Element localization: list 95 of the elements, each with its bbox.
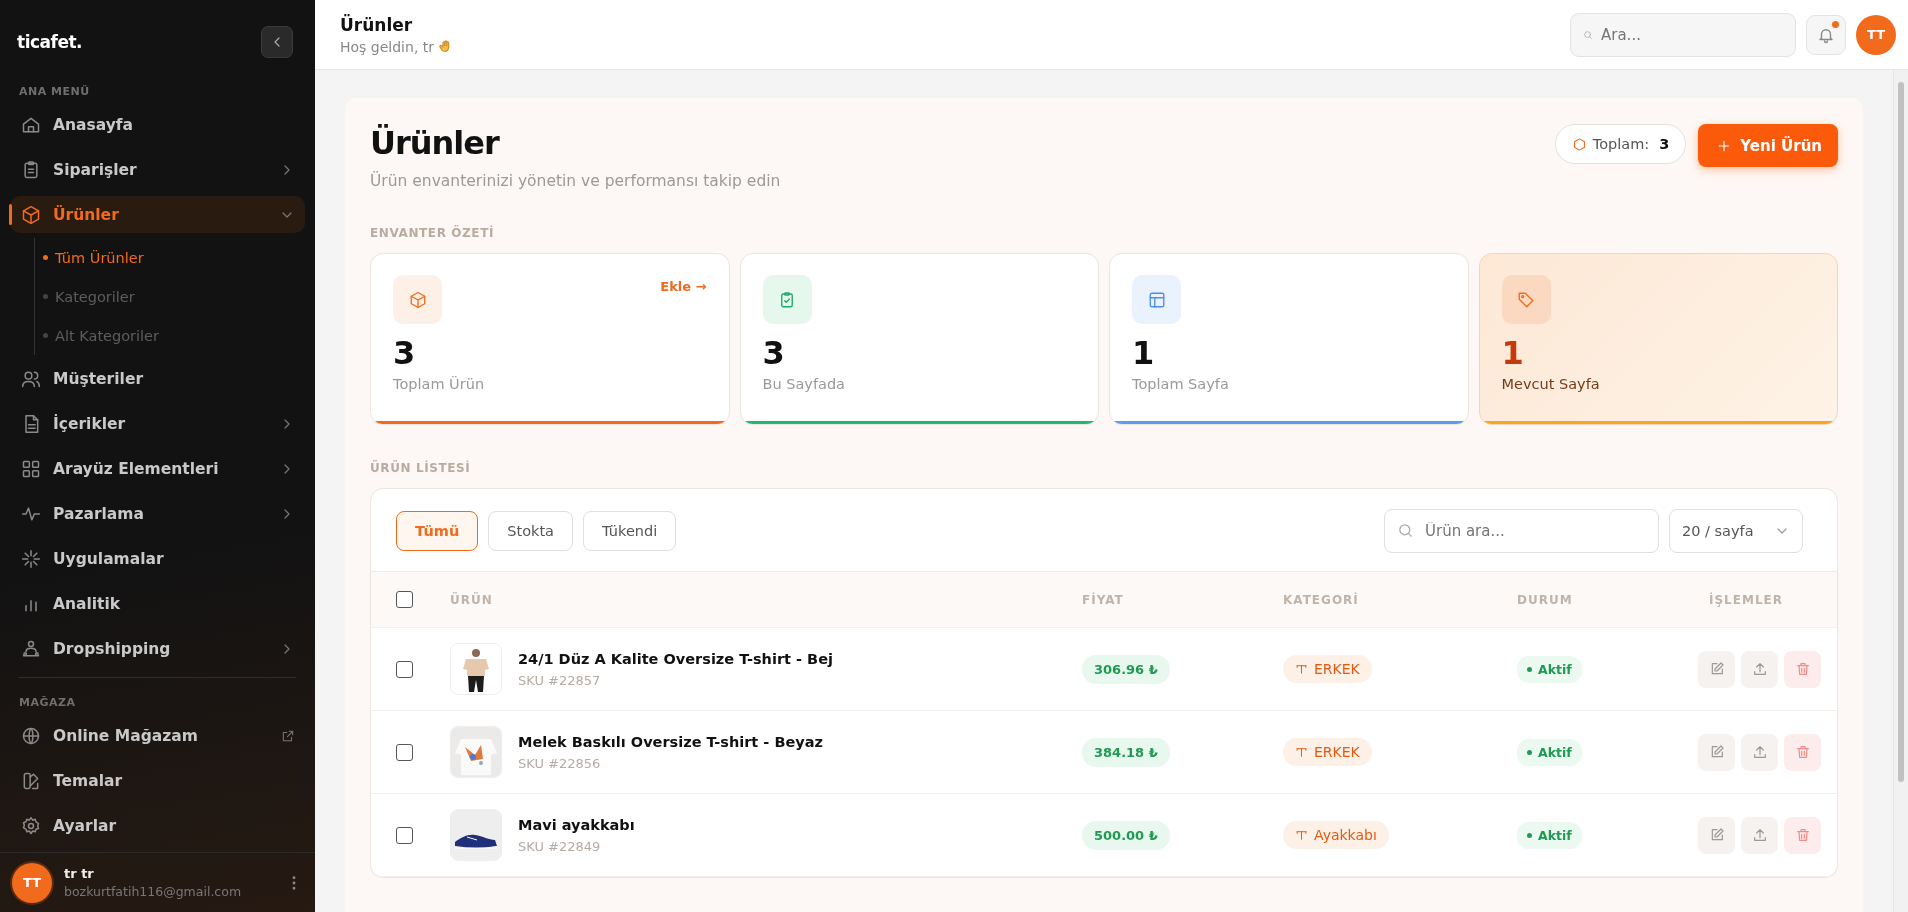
search-field[interactable]: Ara...	[1570, 12, 1796, 57]
delete-button[interactable]	[1784, 650, 1821, 688]
filter-tab[interactable]: Tükendi	[583, 511, 677, 551]
checkbox[interactable]	[396, 826, 413, 844]
nav-item[interactable]: İçerikler	[10, 405, 305, 443]
grid-icon	[21, 458, 41, 479]
nav-item[interactable]: Analitik	[10, 585, 305, 623]
box-icon	[21, 204, 41, 225]
checkbox[interactable]	[396, 743, 413, 761]
delete-button[interactable]	[1784, 816, 1821, 854]
page-description: Ürün envanterinizi yönetin ve performansı takip edin	[370, 172, 782, 190]
trash-icon	[1794, 661, 1811, 677]
logo[interactable]: ticafet.	[17, 31, 82, 52]
page-size-dropdown[interactable]: 20 / sayfa	[1669, 509, 1803, 553]
product-sku: SKU #22856	[518, 755, 602, 771]
total-badge: Toplam: 3	[1554, 124, 1687, 164]
search-field[interactable]: Ürün ara...	[1384, 509, 1659, 553]
status-badge: Aktif	[1517, 655, 1582, 683]
nav-item[interactable]: Temalar	[10, 762, 305, 800]
welcome-text: Hoş geldin, tr	[340, 38, 435, 55]
section-heading: ÜRÜN LİSTESİ	[370, 461, 472, 475]
product-sku: SKU #22857	[518, 672, 602, 688]
section-heading: MAĞAZA	[18, 696, 77, 712]
column-header: ÜRÜN	[450, 592, 494, 607]
category-tag: ERKEK	[1283, 738, 1372, 766]
page-heading: Ürünler	[370, 124, 501, 162]
stat-value: 3	[762, 334, 786, 372]
nav-item[interactable]: Müşteriler	[10, 360, 305, 398]
status-badge: Aktif	[1517, 738, 1582, 766]
collapse-button[interactable]	[261, 25, 293, 58]
nav-item[interactable]: Anasayfa	[10, 106, 305, 144]
category-tag: ERKEK	[1283, 655, 1372, 683]
box-icon	[408, 290, 427, 309]
notification-button[interactable]	[1806, 14, 1846, 55]
nav-item[interactable]: Arayüz Elementleri	[10, 450, 305, 488]
upload-button[interactable]	[1741, 816, 1778, 854]
hexagon-icon	[1571, 136, 1587, 152]
nav-item[interactable]: Pazarlama	[10, 495, 305, 533]
price-tag: 306.96 ₺	[1082, 654, 1170, 684]
nav-item[interactable]: Uygulamalar	[10, 540, 305, 578]
trash-icon	[1794, 827, 1811, 843]
page-title: Ürünler	[340, 14, 414, 35]
product-sku: SKU #22849	[518, 838, 602, 854]
trash-icon	[1794, 744, 1811, 760]
clipboard-check-icon	[778, 290, 796, 309]
people-network-icon	[21, 638, 41, 659]
status-badge: Aktif	[1517, 821, 1582, 849]
section-heading: ENVANTER ÖZETİ	[370, 226, 495, 240]
stat-value: 1	[1501, 334, 1525, 372]
upload-button[interactable]	[1741, 733, 1778, 771]
column-header: İŞLEMLER	[1708, 592, 1784, 607]
nav-item[interactable]: Ayarlar	[10, 807, 305, 845]
product-name[interactable]: Mavi ayakkabı	[518, 816, 635, 833]
upload-icon	[1751, 661, 1768, 677]
product-name[interactable]: 24/1 Düz A Kalite Oversize T-shirt - Bej	[518, 650, 833, 667]
user-name: tr tr	[64, 866, 95, 882]
stat-label: Bu Sayfada	[762, 376, 846, 392]
upload-button[interactable]	[1741, 650, 1778, 688]
nav-item[interactable]: Ürünler	[10, 196, 305, 234]
edit-button[interactable]	[1698, 816, 1735, 854]
edit-button[interactable]	[1698, 733, 1735, 771]
search-icon	[1583, 29, 1593, 40]
column-header: FİYAT	[1082, 592, 1125, 607]
stat-value: 1	[1132, 334, 1156, 372]
stat-label: Mevcut Sayfa	[1501, 376, 1601, 392]
submenu-item[interactable]: Tüm Ürünler	[43, 238, 305, 278]
stat-label: Toplam Ürün	[393, 376, 486, 392]
column-header: DURUM	[1517, 592, 1574, 607]
user-email: bozkurtfatih116@gmail.com	[64, 884, 243, 900]
price-tag: 384.18 ₺	[1082, 737, 1170, 767]
delete-button[interactable]	[1784, 733, 1821, 771]
stat-label: Toplam Sayfa	[1132, 376, 1230, 392]
upload-icon	[1751, 827, 1768, 843]
palette-icon	[21, 770, 41, 791]
stat-value: 3	[393, 334, 417, 372]
layout-icon	[1147, 290, 1166, 309]
settings-icon	[21, 815, 41, 836]
nav-item[interactable]: Siparişler	[10, 151, 305, 189]
nav-item[interactable]: Online Mağazam	[10, 717, 305, 755]
sparkle-icon	[21, 548, 41, 569]
checkbox[interactable]	[396, 591, 413, 608]
clipboard-icon	[21, 159, 41, 180]
price-tag: 500.00 ₺	[1082, 820, 1170, 850]
section-heading: ANA MENÜ	[18, 85, 91, 101]
external-link-icon	[281, 728, 295, 743]
product-name[interactable]: Melek Baskılı Oversize T-shirt - Beyaz	[518, 733, 823, 750]
upload-icon	[1751, 744, 1768, 760]
nav-item[interactable]: Dropshipping	[10, 630, 305, 668]
filter-tab[interactable]: Stokta	[488, 511, 573, 551]
search-icon	[1397, 522, 1414, 539]
column-header: KATEGORİ	[1283, 592, 1360, 607]
category-tag: Ayakkabı	[1283, 821, 1389, 849]
edit-button[interactable]	[1698, 650, 1735, 688]
globe-icon	[21, 725, 41, 746]
checkbox[interactable]	[396, 660, 413, 678]
